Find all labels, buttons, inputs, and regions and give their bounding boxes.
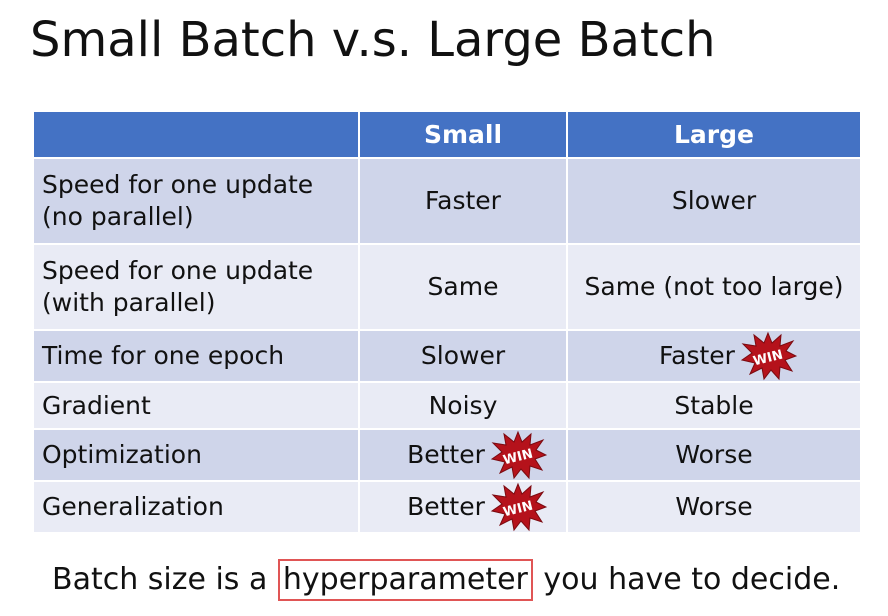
large-value: Stable: [674, 390, 754, 420]
row-label-line1: Optimization: [42, 440, 202, 469]
row-label-line2: (no parallel): [42, 202, 194, 231]
small-cell: Faster: [360, 159, 566, 243]
small-value: Better: [407, 440, 485, 469]
comparison-table: Small Large Speed for one update (no par…: [32, 110, 862, 534]
small-value: Slower: [420, 341, 506, 370]
table-row: Optimization Better WIN Worse: [34, 430, 860, 480]
large-value: Faster: [659, 341, 735, 370]
table-row: Speed for one update (no parallel) Faste…: [34, 159, 860, 243]
large-cell: Slower: [568, 159, 860, 243]
small-value-with-badge: Better WIN: [407, 482, 547, 532]
large-cell: Worse: [568, 430, 860, 480]
large-value: Slower: [671, 186, 757, 215]
footer-suffix: you have to decide.: [533, 562, 841, 597]
footer-prefix: Batch size is a: [52, 562, 277, 597]
highlighted-term: hyperparameter: [277, 559, 533, 601]
header-cell-empty: [34, 112, 358, 157]
win-burst-icon: WIN: [739, 331, 797, 381]
win-burst-icon: WIN: [489, 482, 547, 532]
row-label-line1: Gradient: [42, 390, 151, 420]
large-value-with-badge: Faster WIN: [659, 331, 797, 381]
comparison-table-wrapper: Small Large Speed for one update (no par…: [32, 110, 862, 534]
small-value-with-badge: Better WIN: [407, 430, 547, 480]
small-cell: Same: [360, 245, 566, 329]
footer-statement: Batch size is a hyperparameter you have …: [52, 558, 840, 602]
large-cell: Same (not too large): [568, 245, 860, 329]
row-label: Generalization: [34, 482, 358, 532]
small-value: Better: [407, 492, 485, 521]
small-cell: Slower: [360, 331, 566, 381]
small-cell: Better WIN: [360, 430, 566, 480]
table-row: Gradient Noisy Stable: [34, 383, 860, 428]
win-burst-icon: WIN: [489, 430, 547, 480]
row-label-line1: Speed for one update: [42, 256, 314, 285]
table-row: Time for one epoch Slower Faster WIN: [34, 331, 860, 381]
small-value: Noisy: [428, 390, 498, 420]
large-cell: Worse: [568, 482, 860, 532]
row-label: Speed for one update (no parallel): [34, 159, 358, 243]
large-value: Worse: [675, 492, 753, 521]
small-cell: Noisy: [360, 383, 566, 428]
row-label-line1: Generalization: [42, 492, 224, 521]
row-label: Speed for one update (with parallel): [34, 245, 358, 329]
table-header-row: Small Large: [34, 112, 860, 157]
row-label-line1: Time for one epoch: [42, 341, 285, 370]
small-cell: Better WIN: [360, 482, 566, 532]
small-value: Same: [427, 272, 499, 301]
header-cell-large: Large: [568, 112, 860, 157]
small-value: Faster: [425, 186, 501, 215]
row-label-line2: (with parallel): [42, 288, 216, 317]
row-label-line1: Speed for one update: [42, 170, 314, 199]
table-row: Generalization Better WIN Worse: [34, 482, 860, 532]
row-label: Gradient: [34, 383, 358, 428]
header-cell-small: Small: [360, 112, 566, 157]
table-row: Speed for one update (with parallel) Sam…: [34, 245, 860, 329]
row-label: Time for one epoch: [34, 331, 358, 381]
large-value: Same (not too large): [584, 272, 844, 301]
row-label: Optimization: [34, 430, 358, 480]
large-cell: Faster WIN: [568, 331, 860, 381]
large-cell: Stable: [568, 383, 860, 428]
slide-title: Small Batch v.s. Large Batch: [30, 12, 716, 68]
large-value: Worse: [675, 440, 753, 469]
